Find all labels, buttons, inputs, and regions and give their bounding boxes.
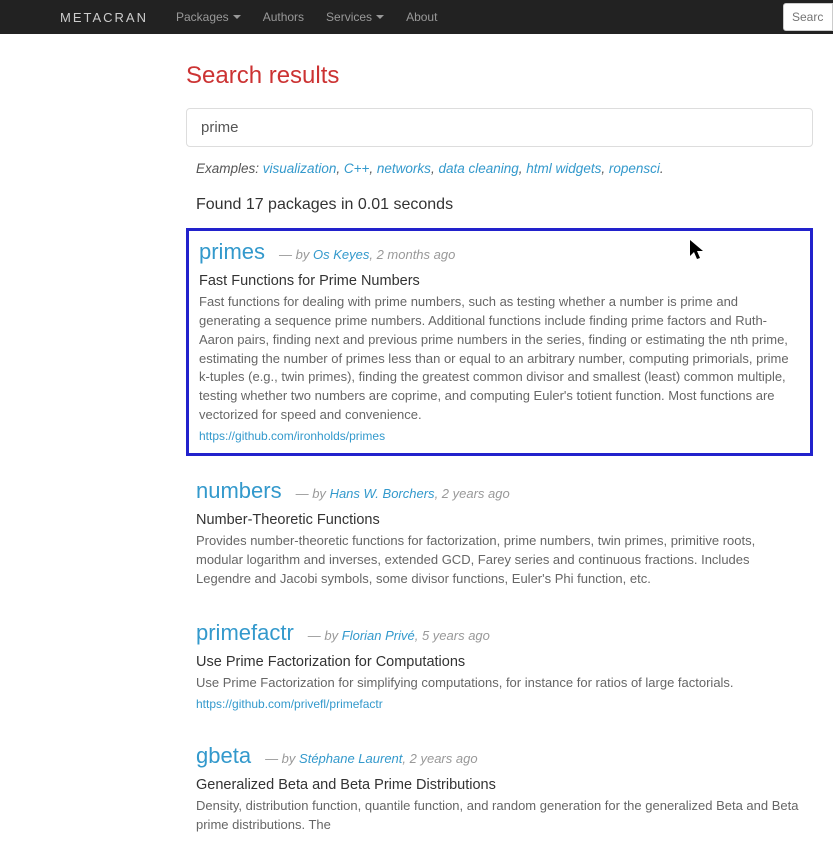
result-author[interactable]: Stéphane Laurent xyxy=(299,751,402,766)
result-desc: Provides number-theoretic functions for … xyxy=(196,532,803,589)
result-title: Fast Functions for Prime Numbers xyxy=(199,273,800,289)
search-input[interactable] xyxy=(186,108,813,147)
nav-search xyxy=(783,3,833,31)
result-item: gbeta — by Stéphane Laurent, 2 years ago… xyxy=(186,735,813,845)
result-title: Use Prime Factorization for Computations xyxy=(196,654,803,670)
result-author[interactable]: Hans W. Borchers xyxy=(330,486,435,501)
example-link[interactable]: C++ xyxy=(344,161,370,176)
nav-authors[interactable]: Authors xyxy=(263,10,304,24)
result-title: Number-Theoretic Functions xyxy=(196,512,803,528)
found-text: Found 17 packages in 0.01 seconds xyxy=(196,196,813,214)
nav-about[interactable]: About xyxy=(406,10,437,24)
chevron-down-icon xyxy=(376,15,384,19)
result-meta: — by Stéphane Laurent, 2 years ago xyxy=(265,751,478,766)
example-link[interactable]: data cleaning xyxy=(438,161,518,176)
nav-search-input[interactable] xyxy=(783,3,833,31)
example-link[interactable]: networks xyxy=(377,161,431,176)
result-title: Generalized Beta and Beta Prime Distribu… xyxy=(196,777,803,793)
result-desc: Use Prime Factorization for simplifying … xyxy=(196,674,803,693)
result-item: numbers — by Hans W. Borchers, 2 years a… xyxy=(186,470,813,599)
result-desc: Density, distribution function, quantile… xyxy=(196,797,803,835)
result-url[interactable]: https://github.com/privefl/primefactr xyxy=(196,697,383,711)
result-item: primes — by Os Keyes, 2 months ago Fast … xyxy=(186,228,813,456)
result-meta: — by Hans W. Borchers, 2 years ago xyxy=(296,486,510,501)
navbar: METACRAN Packages Authors Services About xyxy=(0,0,833,34)
result-meta: — by Florian Privé, 5 years ago xyxy=(308,628,490,643)
examples: Examples: visualization, C++, networks, … xyxy=(196,161,813,176)
result-desc: Fast functions for dealing with prime nu… xyxy=(199,293,800,425)
result-name[interactable]: primefactr xyxy=(196,620,294,646)
result-author[interactable]: Florian Privé xyxy=(342,628,415,643)
nav-services[interactable]: Services xyxy=(326,10,384,24)
example-link[interactable]: ropensci xyxy=(609,161,660,176)
chevron-down-icon xyxy=(233,15,241,19)
example-link[interactable]: html widgets xyxy=(526,161,601,176)
result-name[interactable]: numbers xyxy=(196,478,282,504)
result-name[interactable]: gbeta xyxy=(196,743,251,769)
nav-packages[interactable]: Packages xyxy=(176,10,241,24)
page-title: Search results xyxy=(186,62,813,90)
result-url[interactable]: https://github.com/ironholds/primes xyxy=(199,429,385,443)
result-item: primefactr — by Florian Privé, 5 years a… xyxy=(186,612,813,721)
result-meta: — by Os Keyes, 2 months ago xyxy=(279,247,455,262)
brand[interactable]: METACRAN xyxy=(60,10,148,25)
result-name[interactable]: primes xyxy=(199,239,265,265)
result-author[interactable]: Os Keyes xyxy=(313,247,369,262)
example-link[interactable]: visualization xyxy=(263,161,337,176)
